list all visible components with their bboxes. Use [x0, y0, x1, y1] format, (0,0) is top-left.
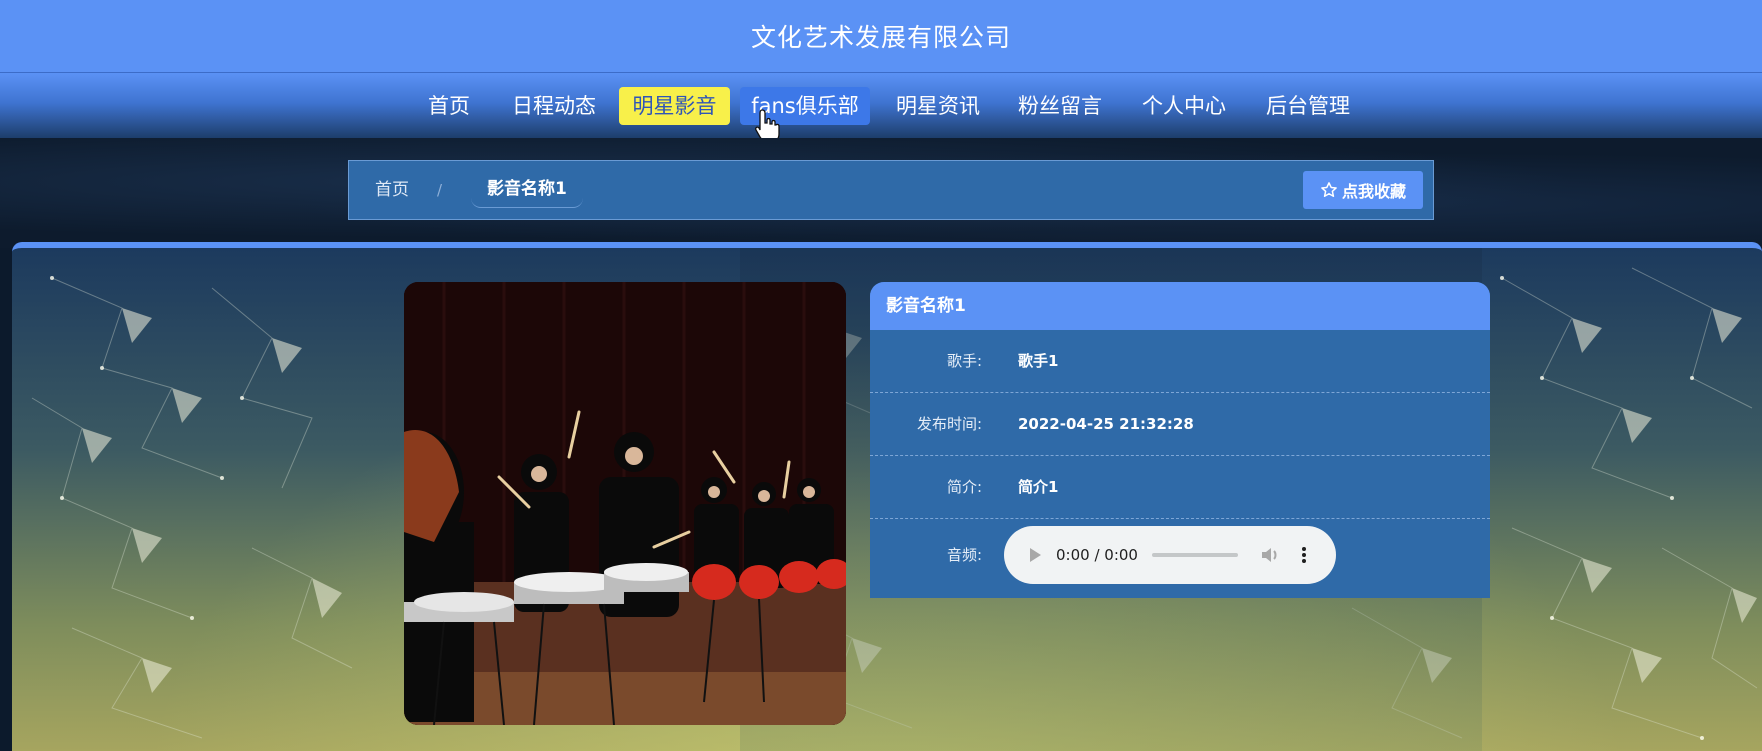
volume-icon[interactable] [1260, 545, 1280, 565]
release-time-label: 发布时间: [916, 415, 982, 433]
intro-label: 简介: [946, 478, 982, 496]
audio-progress-bar[interactable] [1152, 553, 1238, 557]
audio-player[interactable]: 0:00 / 0:00 [1004, 526, 1336, 584]
breadcrumb-current: 影音名称1 [471, 171, 583, 208]
favorite-button[interactable]: 点我收藏 [1303, 171, 1423, 209]
detail-row-intro: 简介: 简介1 [870, 456, 1490, 519]
favorite-button-label: 点我收藏 [1341, 182, 1406, 201]
detail-row-audio: 音频: 0:00 / 0:00 [870, 519, 1490, 591]
more-options-icon[interactable] [1300, 545, 1308, 565]
site-header: 文化艺术发展有限公司 [0, 0, 1762, 72]
play-icon[interactable] [1026, 546, 1044, 564]
breadcrumb-separator: / [437, 181, 443, 199]
star-outline-icon [1321, 182, 1337, 197]
detail-row-singer: 歌手: 歌手1 [870, 330, 1490, 393]
nav-item-home[interactable]: 首页 [414, 87, 484, 125]
singer-label: 歌手: [946, 352, 982, 370]
breadcrumb-home-link[interactable]: 首页 [375, 161, 409, 219]
media-detail-card: 影音名称1 歌手: 歌手1 发布时间: 2022-04-25 21:32:28 … [870, 282, 1490, 598]
media-cover-image [404, 282, 846, 725]
audio-label: 音频: [946, 546, 982, 564]
nav-item-star-media[interactable]: 明星影音 [619, 87, 730, 125]
main-nav: 首页 日程动态 明星影音 fans俱乐部 明星资讯 粉丝留言 个人中心 后台管理 [0, 72, 1762, 139]
detail-row-release-time: 发布时间: 2022-04-25 21:32:28 [870, 393, 1490, 456]
nav-item-schedule[interactable]: 日程动态 [504, 87, 604, 125]
intro-value: 简介1 [1018, 478, 1059, 496]
release-time-value: 2022-04-25 21:32:28 [1018, 415, 1194, 433]
singer-value: 歌手1 [1018, 352, 1059, 370]
media-title: 影音名称1 [870, 282, 1490, 330]
audio-time: 0:00 / 0:00 [1056, 546, 1138, 564]
nav-item-admin[interactable]: 后台管理 [1256, 87, 1360, 125]
nav-item-fan-messages[interactable]: 粉丝留言 [1008, 87, 1112, 125]
nav-item-star-news[interactable]: 明星资讯 [886, 87, 990, 125]
site-title: 文化艺术发展有限公司 [750, 23, 1011, 52]
nav-item-personal-center[interactable]: 个人中心 [1132, 87, 1236, 125]
breadcrumb: 首页 / 影音名称1 点我收藏 [348, 160, 1434, 220]
